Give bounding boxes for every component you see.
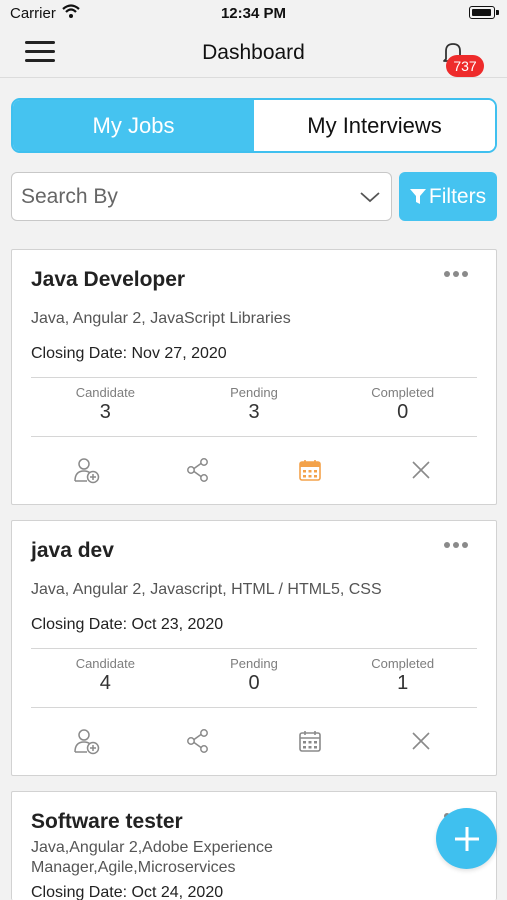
job-title: Software tester bbox=[31, 810, 183, 833]
chevron-down-icon bbox=[360, 192, 380, 203]
job-closing-date: Closing Date: Oct 24, 2020 bbox=[31, 884, 224, 900]
job-stats: Candidate 3 Pending 3 Completed 0 bbox=[31, 377, 477, 437]
funnel-icon bbox=[409, 188, 426, 204]
tab-my-interviews[interactable]: My Interviews bbox=[254, 100, 495, 151]
job-card[interactable]: Java Developer Java, Angular 2, JavaScri… bbox=[11, 249, 497, 505]
status-bar: Carrier 12:34 PM bbox=[0, 0, 507, 28]
stat-candidate-label: Candidate bbox=[75, 656, 135, 671]
add-candidate-button[interactable] bbox=[31, 450, 143, 490]
share-icon bbox=[187, 729, 209, 753]
stat-pending[interactable]: Pending 3 bbox=[180, 378, 329, 436]
job-actions bbox=[31, 721, 477, 761]
calendar-icon bbox=[298, 460, 321, 481]
page-title: Dashboard bbox=[202, 41, 305, 64]
tab-my-jobs[interactable]: My Jobs bbox=[13, 100, 254, 151]
battery-icon bbox=[469, 6, 499, 19]
job-title: java dev bbox=[31, 539, 114, 562]
stat-completed[interactable]: Completed 0 bbox=[328, 378, 477, 436]
schedule-button[interactable] bbox=[254, 721, 366, 761]
stat-completed-label: Completed bbox=[371, 385, 435, 400]
job-skills: Java, Angular 2, JavaScript Libraries bbox=[31, 310, 291, 327]
job-closing-date: Closing Date: Nov 27, 2020 bbox=[31, 345, 227, 362]
stat-candidate-value: 4 bbox=[99, 672, 111, 694]
stat-pending-label: Pending bbox=[230, 656, 278, 671]
stat-pending[interactable]: Pending 0 bbox=[180, 649, 329, 707]
job-title: Java Developer bbox=[31, 268, 186, 291]
job-closing-date: Closing Date: Oct 23, 2020 bbox=[31, 616, 224, 633]
close-icon bbox=[412, 732, 430, 750]
stat-candidate-value: 3 bbox=[99, 401, 111, 423]
add-candidate-button[interactable] bbox=[31, 721, 143, 761]
stat-candidate[interactable]: Candidate 4 bbox=[31, 649, 180, 707]
search-by-dropdown[interactable]: Search By bbox=[11, 172, 392, 221]
stat-completed-value: 0 bbox=[397, 401, 409, 423]
job-actions bbox=[31, 450, 477, 490]
job-skills: Java, Angular 2, Javascript, HTML / HTML… bbox=[31, 581, 382, 598]
job-stats: Candidate 4 Pending 0 Completed 1 bbox=[31, 648, 477, 708]
add-job-button[interactable] bbox=[436, 808, 497, 869]
stat-completed-value: 1 bbox=[397, 672, 409, 694]
close-icon bbox=[412, 461, 430, 479]
calendar-icon bbox=[298, 731, 321, 752]
stat-pending-value: 3 bbox=[248, 401, 260, 423]
job-card[interactable]: java dev Java, Angular 2, Javascript, HT… bbox=[11, 520, 497, 776]
schedule-button[interactable] bbox=[254, 450, 366, 490]
stat-completed-label: Completed bbox=[371, 656, 435, 671]
stat-completed[interactable]: Completed 1 bbox=[328, 649, 477, 707]
job-skills: Java,Angular 2,Adobe Experience Manager,… bbox=[31, 839, 273, 876]
search-by-placeholder: Search By bbox=[21, 185, 118, 208]
add-candidate-icon bbox=[74, 729, 99, 755]
stat-candidate[interactable]: Candidate 3 bbox=[31, 378, 180, 436]
stat-candidate-label: Candidate bbox=[75, 385, 135, 400]
filters-button[interactable]: Filters bbox=[399, 172, 497, 221]
add-candidate-icon bbox=[74, 458, 99, 484]
close-job-button[interactable] bbox=[366, 450, 478, 490]
stat-pending-value: 0 bbox=[248, 672, 260, 694]
share-icon bbox=[187, 458, 209, 482]
plus-icon bbox=[454, 826, 479, 851]
notification-badge[interactable]: 737 bbox=[446, 55, 484, 77]
close-job-button[interactable] bbox=[366, 721, 478, 761]
job-card[interactable]: Software tester Java,Angular 2,Adobe Exp… bbox=[11, 791, 497, 900]
clock-time: 12:34 PM bbox=[220, 5, 287, 22]
more-options-icon[interactable] bbox=[444, 264, 474, 278]
job-tabs: My Jobs My Interviews bbox=[11, 98, 497, 153]
app-header: Dashboard 737 bbox=[0, 28, 507, 78]
filters-label: Filters bbox=[428, 184, 487, 208]
stat-pending-label: Pending bbox=[230, 385, 278, 400]
share-button[interactable] bbox=[143, 721, 255, 761]
more-options-icon[interactable] bbox=[444, 535, 474, 549]
share-button[interactable] bbox=[143, 450, 255, 490]
